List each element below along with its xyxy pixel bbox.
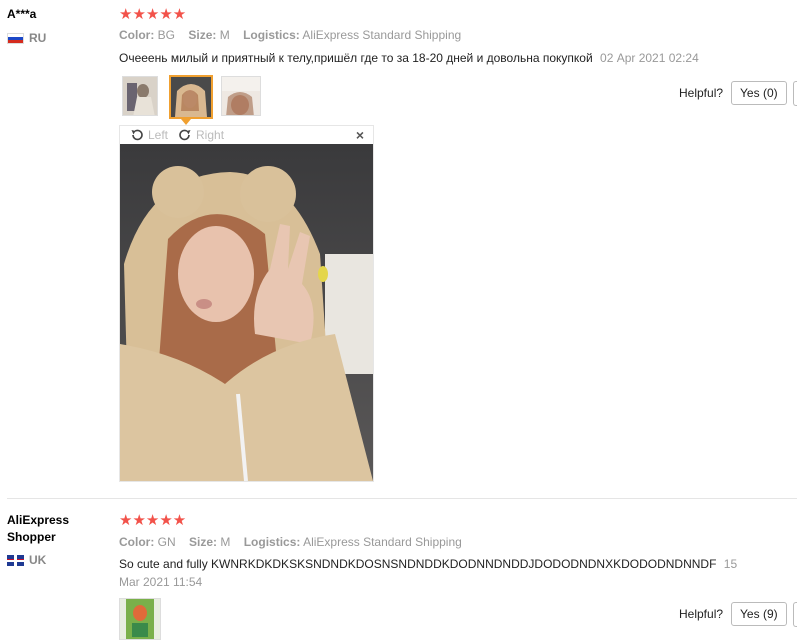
size-value: M — [220, 535, 231, 549]
photo-thumbnail-icon — [123, 77, 157, 115]
review-photo-thumb-2[interactable] — [169, 75, 213, 119]
star-rating: ★★★★★ — [119, 512, 187, 529]
helpful-votes: Helpful? Yes (9) — [679, 602, 787, 626]
rotate-left-button[interactable]: Left — [130, 128, 168, 142]
logistics-value: AliExpress Standard Shipping — [303, 535, 462, 549]
country-code: RU — [29, 31, 47, 45]
review-photo-large — [120, 144, 373, 481]
close-icon[interactable]: × — [356, 127, 364, 143]
helpful-label: Helpful? — [679, 86, 724, 100]
order-info: Color: BG Size: M Logistics: AliExpress … — [119, 28, 461, 42]
photo-viewer-toolbar: Left Right × — [120, 126, 373, 144]
size-label: Size: — [188, 28, 217, 42]
review-photo-thumb-3[interactable] — [221, 76, 261, 116]
review-photo-thumb-1[interactable] — [122, 76, 158, 116]
star-rating: ★★★★★ — [119, 6, 187, 23]
uk-flag-icon — [7, 554, 24, 566]
helpful-label: Helpful? — [679, 607, 724, 621]
rotate-right-icon — [179, 129, 191, 141]
country-code: UK — [29, 553, 47, 567]
logistics-label: Logistics: — [243, 28, 300, 42]
review-photo-thumb-1[interactable] — [119, 598, 161, 640]
helpful-no-button[interactable] — [793, 602, 797, 627]
color-label: Color: — [119, 535, 155, 549]
color-value: BG — [157, 28, 176, 42]
helpful-yes-button[interactable]: Yes (9) — [731, 602, 787, 626]
review-comment: So cute and fully KWNRKDKDKSKSNDNDKDOSNS… — [119, 557, 717, 571]
rotate-right-label: Right — [196, 128, 225, 142]
helpful-no-button[interactable] — [793, 81, 797, 106]
review-divider — [7, 498, 797, 499]
photo-thumbnail-icon — [222, 77, 260, 115]
review-text: So cute and fully KWNRKDKDKSKSNDNDKDOSNS… — [119, 555, 749, 591]
size-value: M — [219, 28, 230, 42]
helpful-votes: Helpful? Yes (0) — [679, 81, 787, 105]
rotate-left-icon — [131, 129, 143, 141]
photo-thumbnail-icon — [171, 77, 211, 117]
rotate-right-button[interactable]: Right — [178, 128, 224, 142]
reviewer-country: RU — [7, 31, 46, 45]
rotate-left-label: Left — [148, 128, 169, 142]
review-text: Очееень милый и приятный к телу,пришёл г… — [119, 49, 759, 67]
reviewer-name: A***a — [7, 7, 37, 21]
reviewer-country: UK — [7, 553, 46, 567]
color-label: Color: — [119, 28, 155, 42]
helpful-yes-button[interactable]: Yes (0) — [731, 81, 787, 105]
review-comment: Очееень милый и приятный к телу,пришёл г… — [119, 51, 593, 65]
logistics-value: AliExpress Standard Shipping — [302, 28, 462, 42]
color-value: GN — [157, 535, 176, 549]
size-label: Size: — [189, 535, 218, 549]
photo-thumbnail-icon — [120, 599, 160, 639]
review-date: 02 Apr 2021 02:24 — [600, 51, 699, 65]
photo-viewer: Left Right × — [119, 125, 374, 482]
order-info: Color: GN Size: M Logistics: AliExpress … — [119, 535, 462, 549]
logistics-label: Logistics: — [243, 535, 301, 549]
russia-flag-icon — [7, 32, 24, 44]
reviewer-name: AliExpress Shopper — [7, 513, 70, 544]
